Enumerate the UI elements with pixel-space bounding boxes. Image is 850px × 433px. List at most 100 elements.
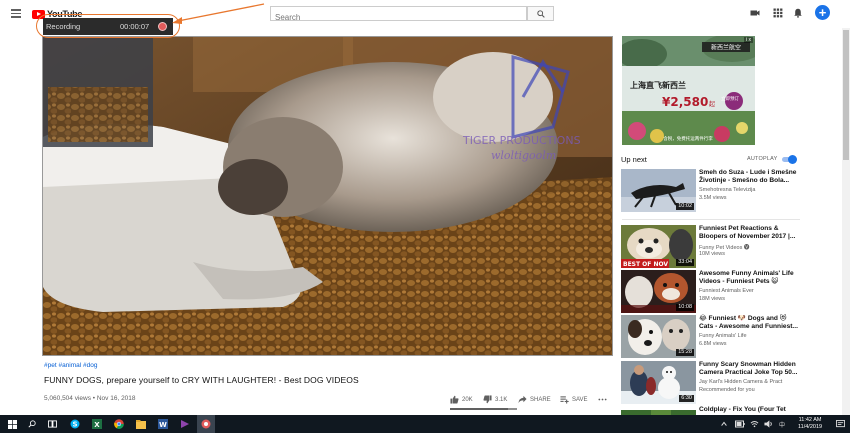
search-button[interactable] <box>527 6 554 21</box>
action-center-icon[interactable] <box>836 420 845 428</box>
channel-name: Funny Animals' Life <box>699 333 747 339</box>
clock-time: 11:42 AM <box>798 417 822 423</box>
list-item[interactable]: BEST OF NOV 33:04 Funniest Pet Reactions… <box>621 225 801 268</box>
scrollbar-thumb[interactable] <box>843 30 849 160</box>
list-item[interactable]: Coldplay - Fix You (Four Tet <box>621 406 801 415</box>
like-count: 20K <box>462 396 473 403</box>
video-hashtags[interactable]: #pet #animal #dog <box>44 362 98 369</box>
apps-grid-icon[interactable] <box>773 8 783 18</box>
start-button[interactable] <box>4 415 20 433</box>
search-input[interactable] <box>271 11 526 24</box>
windows-logo-icon <box>7 419 17 429</box>
menu-icon[interactable] <box>11 9 21 18</box>
share-label: SHARE <box>530 396 551 403</box>
svg-text:W: W <box>159 421 167 429</box>
video-thumbnail: 10:08 <box>621 270 696 313</box>
view-count: 6.8M views <box>699 341 727 347</box>
ad-price-suffix: 起 <box>709 100 715 108</box>
windows-taskbar: S X W 中 11:42 AM 11/4/2019 <box>0 415 850 433</box>
ad-price: ¥2,580 <box>662 95 708 109</box>
youtube-watch-page: YouTube + <box>0 0 850 433</box>
video-duration: 10:02 <box>676 203 694 210</box>
taskbar-excel[interactable]: X <box>89 415 105 433</box>
avatar[interactable]: + <box>815 5 830 20</box>
notifications-bell-icon[interactable] <box>793 8 803 18</box>
video-thumbnail <box>621 406 696 415</box>
video-thumbnail: 15:28 <box>621 315 696 358</box>
show-hidden-icons-chevron-icon[interactable] <box>720 420 728 428</box>
folder-icon <box>136 419 146 429</box>
more-actions-button[interactable] <box>598 395 607 404</box>
sidebar-ad[interactable]: 上海直飞新西兰 立即预订 含税，免费托运两件行李 ¥2,580 起 新西兰航空 … <box>622 36 755 145</box>
add-to-playlist-icon <box>560 396 569 404</box>
dislike-button[interactable]: 3.1K <box>483 395 507 404</box>
video-player[interactable]: TIGER PRODUCTIONS wloltigoolm <box>42 36 613 356</box>
view-count: 18M views <box>699 296 725 302</box>
ad-close-icon[interactable]: i x <box>744 37 753 43</box>
ad-footnote: 含税，免费托运两件行李 <box>663 135 713 142</box>
like-button[interactable]: 20K <box>450 395 473 404</box>
recording-timer: 00:00:07 <box>120 22 150 31</box>
recording-indicator: Recording 00:00:07 <box>43 18 173 35</box>
svg-text:S: S <box>72 421 77 429</box>
task-view-icon <box>47 420 57 428</box>
thumbnail-overlay-text: BEST OF NOV <box>623 261 668 268</box>
list-item[interactable]: 15:28 😂 Funniest 🐶 Dogs and 😻 Cats - Awe… <box>621 315 801 358</box>
save-button[interactable]: SAVE <box>560 395 588 404</box>
excel-icon: X <box>92 419 102 429</box>
video-title: Funniest Pet Reactions & Bloopers of Nov… <box>699 225 796 240</box>
list-item[interactable]: 10:02 Smeh do Suza - Lude i Smešne Život… <box>621 169 801 212</box>
volume-icon[interactable] <box>764 420 773 428</box>
wifi-icon[interactable] <box>750 420 759 428</box>
create-video-icon[interactable] <box>750 8 760 18</box>
video-title: 😂 Funniest 🐶 Dogs and 😻 Cats - Awesome a… <box>699 315 798 330</box>
video-title: Coldplay - Fix You (Four Tet <box>699 406 786 413</box>
taskbar-screen-recorder[interactable] <box>197 415 215 433</box>
thumbs-down-icon <box>483 395 492 404</box>
taskbar-chrome[interactable] <box>111 415 127 433</box>
taskbar-file-explorer[interactable] <box>133 415 149 433</box>
taskbar-search-button[interactable] <box>24 415 40 433</box>
video-views-date: 5,060,504 views • Nov 16, 2018 <box>44 395 136 402</box>
ad-headline: 上海直飞新西兰 <box>630 80 686 90</box>
battery-icon[interactable] <box>735 420 745 428</box>
input-language-indicator[interactable]: 中 <box>779 420 785 429</box>
dislike-count: 3.1K <box>495 396 508 403</box>
like-ratio-bar <box>450 408 517 410</box>
channel-name: Jay Karl's Hidden Camera & Pract <box>699 379 783 385</box>
word-icon: W <box>158 419 168 429</box>
chrome-icon <box>114 419 124 429</box>
save-label: SAVE <box>572 396 588 403</box>
search-box <box>270 6 527 24</box>
page-scrollbar[interactable] <box>842 28 850 415</box>
autoplay-toggle[interactable] <box>780 155 797 164</box>
ad-airline-tag: 新西兰航空 <box>711 44 741 52</box>
taskbar-clock[interactable]: 11:42 AM 11/4/2019 <box>798 417 822 431</box>
stop-recording-button[interactable] <box>158 22 167 31</box>
more-horiz-icon <box>598 398 607 401</box>
video-thumbnail: 10:02 <box>621 169 696 212</box>
svg-text:X: X <box>94 421 100 429</box>
channel-name: Funniest Animals Ever <box>699 288 754 294</box>
channel-name: Funny Pet Videos 🅥 <box>699 245 750 251</box>
view-count: Recommended for you <box>699 387 755 393</box>
video-title: FUNNY DOGS, prepare yourself to CRY WITH… <box>44 375 359 385</box>
list-item[interactable]: 6:30 Funny Scary Snowman Hidden Camera P… <box>621 361 801 404</box>
task-view-button[interactable] <box>44 415 60 433</box>
video-duration: 33:04 <box>676 259 694 266</box>
list-item[interactable]: 10:08 Awesome Funny Animals' Life Videos… <box>621 270 801 313</box>
up-next-heading: Up next <box>621 155 647 164</box>
watermark-line1: TIGER PRODUCTIONS <box>462 134 581 147</box>
video-thumbnail: BEST OF NOV 33:04 <box>621 225 696 268</box>
toggle-knob <box>788 155 797 164</box>
view-count: 3.5M views <box>699 195 727 201</box>
video-duration: 10:08 <box>676 304 694 311</box>
search-icon <box>536 9 545 18</box>
view-count: 10M views <box>699 251 725 257</box>
watermark-line2: wloltigoolm <box>491 149 556 162</box>
taskbar-media-player[interactable] <box>177 415 193 433</box>
taskbar-word[interactable]: W <box>155 415 171 433</box>
taskbar-skype[interactable]: S <box>67 415 83 433</box>
share-button[interactable]: SHARE <box>518 395 551 404</box>
media-player-icon <box>181 420 189 428</box>
